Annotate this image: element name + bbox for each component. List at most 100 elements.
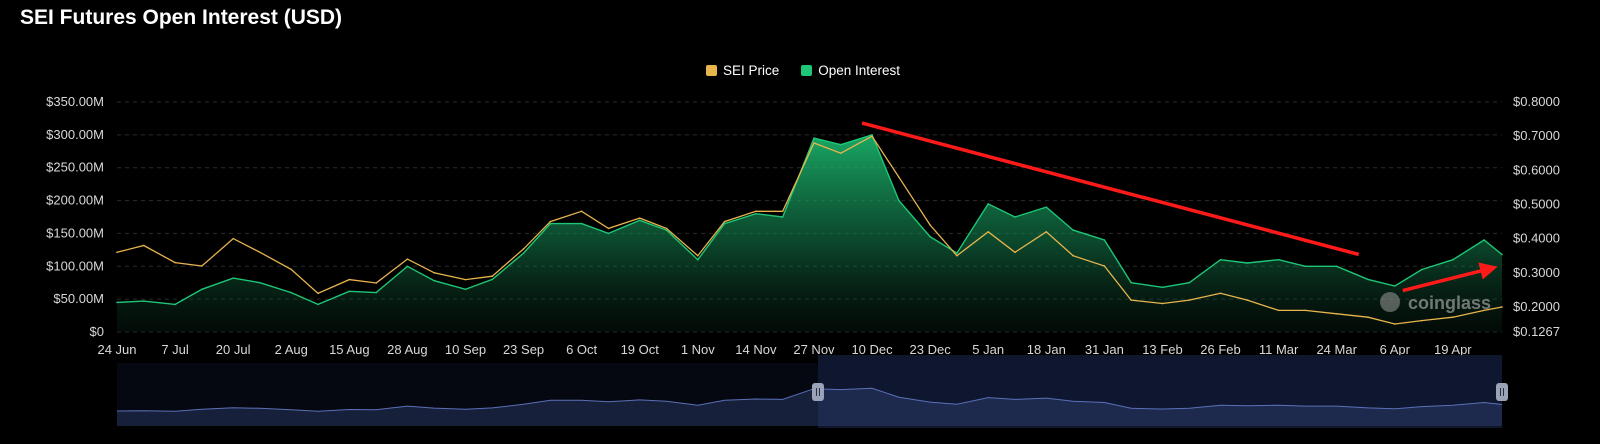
open-interest-point [375,291,377,294]
x-axis-tick: 6 Oct [566,342,597,357]
coinglass-logo-icon [1380,292,1400,312]
open-interest-point [665,229,668,231]
x-axis: 24 Jun 7 Jul 20 Jul 2 Aug 15 Aug 28 Aug 10 Sep… [97,342,1472,357]
price-point [1367,316,1369,319]
price-point [839,152,842,155]
open-interest-point [1393,285,1396,287]
open-interest-point [433,279,436,282]
open-interest-point [259,281,261,284]
open-interest-point [697,258,699,261]
x-axis-tick: 18 Jan [1027,342,1066,357]
price-point [259,251,261,254]
price-point [1452,316,1454,319]
x-axis-tick: 13 Feb [1142,342,1182,357]
open-interest-point [317,303,319,306]
price-point [929,224,931,226]
price-point [580,210,583,213]
price-point [433,272,436,274]
navigator-handle-left[interactable] [811,383,824,401]
open-interest-point [723,222,726,225]
price-point [1304,309,1307,312]
right-axis-tick: $0.8000 [1513,94,1560,109]
chart-plot-area: $350.00M $300.00M $250.00M $200.00M $150.00M… [46,94,1560,428]
price-point [464,278,467,281]
open-interest-point [1219,258,1222,261]
x-axis-tick: 14 Nov [735,342,777,357]
price-point [1335,312,1338,315]
price-point [813,142,815,144]
open-interest-point [201,288,203,291]
open-interest-point [929,235,931,238]
x-axis-tick: 28 Aug [387,342,428,357]
x-axis-tick: 20 Jul [216,342,251,357]
price-point [1420,319,1423,322]
navigator-handle-right[interactable] [1496,383,1508,401]
left-axis-tick: $100.00M [46,258,104,273]
left-axis-tick: $150.00M [46,225,104,240]
x-axis-tick: 27 Nov [793,342,835,357]
right-axis-tick: $0.2000 [1513,299,1560,314]
price-point [723,220,726,223]
range-navigator[interactable] [116,355,1508,428]
price-point [549,220,552,223]
price-point [290,268,293,271]
left-y-axis: $350.00M $300.00M $250.00M $200.00M $150.00M… [46,94,104,339]
price-point [1246,299,1249,301]
open-interest-point [1452,258,1454,261]
open-interest-point [348,290,351,293]
price-point [1393,323,1396,325]
price-point [898,176,900,178]
price-point [116,251,118,254]
left-axis-tick: $250.00M [46,160,104,175]
open-interest-point [638,219,641,222]
open-interest-point [898,199,900,202]
x-axis-tick: 31 Jan [1085,342,1124,357]
x-axis-tick: 5 Jan [972,342,1004,357]
open-interest-point [1483,239,1485,241]
open-interest-point [607,232,610,235]
open-interest-point [174,303,176,306]
open-interest-point [1072,229,1074,231]
x-axis-tick: 19 Oct [621,342,660,357]
open-interest-point [956,252,958,254]
open-interest-point [839,143,842,146]
price-point [232,237,234,240]
price-point [375,282,377,284]
price-point [1501,306,1503,308]
x-axis-tick: 24 Mar [1316,342,1357,357]
open-interest-point [1188,281,1191,284]
right-axis-tick: $0.6000 [1513,162,1560,177]
right-axis-tick: $0.7000 [1513,128,1560,143]
open-interest-point [549,222,552,225]
left-axis-tick: $350.00M [46,94,104,109]
x-axis-tick: 23 Dec [910,342,952,357]
open-interest-point [232,277,234,279]
open-interest-point [1246,262,1249,264]
open-interest-point [1014,216,1016,218]
open-interest-point [1501,253,1503,256]
price-point [1130,299,1132,301]
price-point [1045,231,1048,233]
open-interest-point [1420,268,1423,271]
price-point [607,227,610,230]
price-point [665,227,668,230]
open-interest-point [406,265,409,268]
open-interest-point [1367,278,1369,281]
x-axis-tick: 23 Sep [503,342,544,357]
price-point [491,275,494,278]
x-axis-tick: 10 Dec [851,342,893,357]
x-axis-tick: 26 Feb [1200,342,1240,357]
x-axis-tick: 2 Aug [275,342,308,357]
left-axis-tick: $300.00M [46,127,104,142]
right-axis-tick: $0.4000 [1513,231,1560,246]
x-axis-tick: 19 Apr [1434,342,1472,357]
open-interest-point [1103,239,1106,241]
price-point [522,248,525,250]
price-point [697,254,699,257]
price-point [406,258,409,260]
open-interest-point [290,291,293,294]
open-interest-point [755,212,757,215]
price-point [956,254,958,257]
x-axis-tick: 24 Jun [97,342,136,357]
price-point [871,135,873,137]
